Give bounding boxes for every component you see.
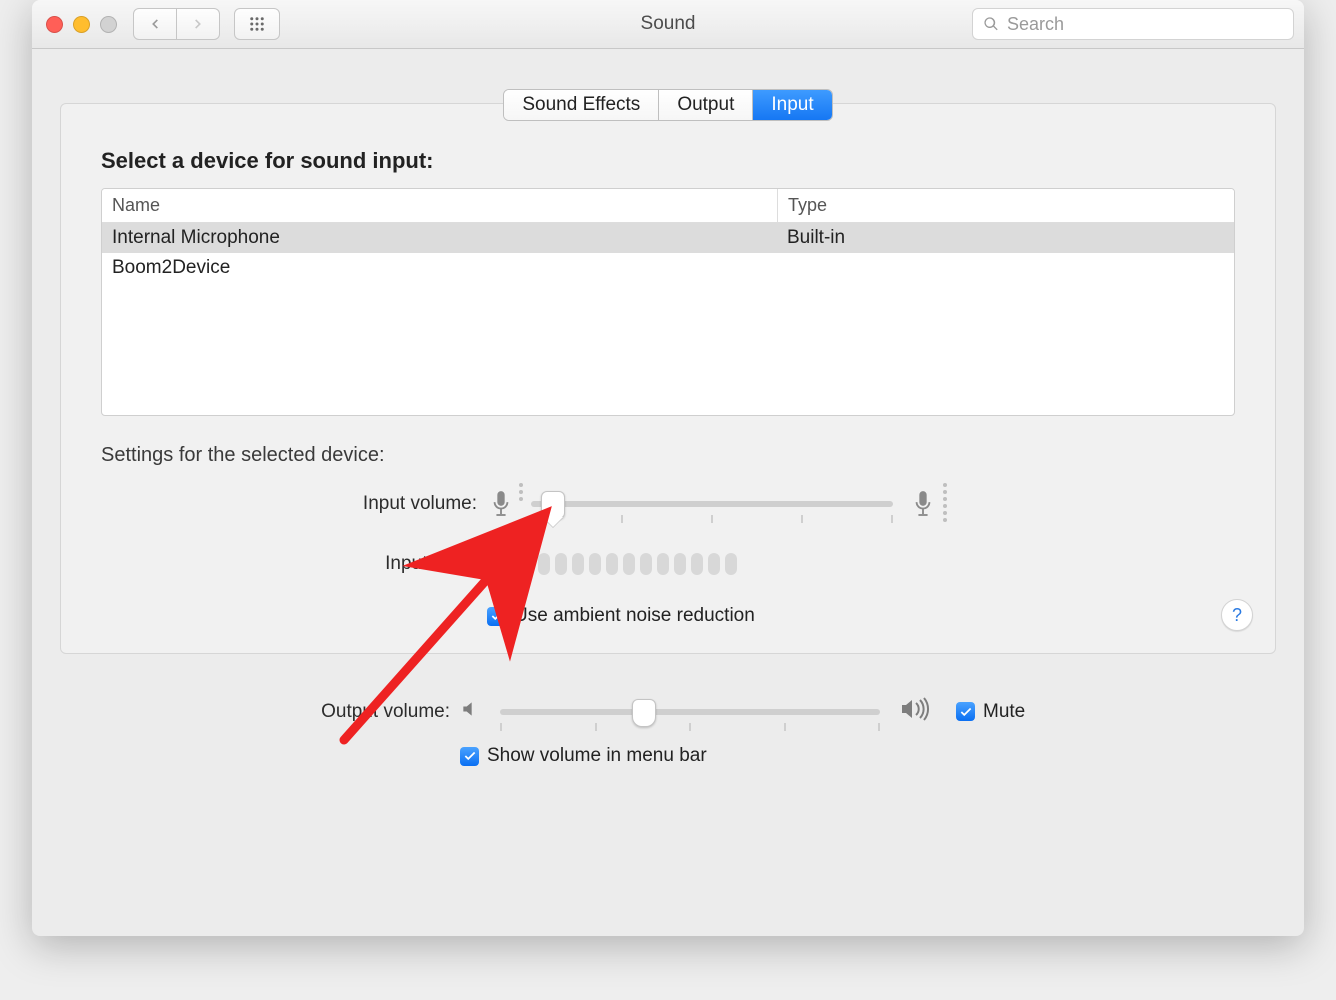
input-volume-row: Input volume:	[101, 489, 1235, 519]
tab-input[interactable]: Input	[753, 90, 831, 120]
slider-thumb[interactable]	[541, 491, 565, 519]
tab-output[interactable]: Output	[659, 90, 753, 120]
input-device-table: Name Type Internal Microphone Built-in B…	[101, 188, 1235, 416]
zoom-button	[100, 16, 117, 33]
select-device-heading: Select a device for sound input:	[101, 148, 1235, 174]
checkbox-checked-icon	[487, 607, 506, 626]
table-header: Name Type	[102, 189, 1234, 223]
minimize-button[interactable]	[73, 16, 90, 33]
mic-low-icon	[487, 489, 515, 519]
window-controls	[46, 16, 117, 33]
close-button[interactable]	[46, 16, 63, 33]
show-volume-label: Show volume in menu bar	[487, 745, 707, 767]
sound-preferences-window: Sound Search Sound Effects Output Input …	[32, 0, 1304, 936]
table-row[interactable]: Internal Microphone Built-in	[102, 223, 1234, 253]
back-button[interactable]	[133, 8, 177, 40]
nav-buttons	[133, 8, 280, 40]
search-icon	[983, 16, 999, 32]
ambient-row: Use ambient noise reduction	[101, 605, 1235, 627]
show-all-button[interactable]	[234, 8, 280, 40]
forward-button	[177, 8, 220, 40]
checkbox-checked-icon	[460, 747, 479, 766]
table-row[interactable]: Boom2Device	[102, 253, 1234, 283]
grid-icon	[248, 15, 266, 33]
chevron-right-icon	[191, 17, 205, 31]
output-volume-row: Output volume: Mute	[60, 696, 1276, 727]
slider-thumb[interactable]	[632, 699, 656, 727]
show-volume-checkbox[interactable]: Show volume in menu bar	[460, 745, 707, 767]
device-name: Boom2Device	[102, 253, 777, 283]
ambient-label: Use ambient noise reduction	[514, 605, 755, 627]
ambient-noise-checkbox[interactable]: Use ambient noise reduction	[487, 605, 755, 627]
search-placeholder: Search	[1007, 14, 1064, 35]
chevron-left-icon	[148, 17, 162, 31]
device-type: Built-in	[777, 223, 1234, 253]
checkbox-checked-icon	[956, 702, 975, 721]
speaker-high-icon	[900, 696, 934, 727]
output-volume-slider[interactable]	[500, 709, 880, 715]
device-type	[777, 253, 1234, 283]
header-name[interactable]: Name	[102, 189, 778, 222]
tab-sound-effects[interactable]: Sound Effects	[504, 90, 659, 120]
tab-control: Sound Effects Output Input	[60, 89, 1276, 121]
settings-for-heading: Settings for the selected device:	[101, 444, 1235, 467]
help-button[interactable]: ?	[1221, 599, 1253, 631]
device-name: Internal Microphone	[102, 223, 777, 253]
speaker-low-icon	[460, 699, 480, 724]
input-level-meter	[487, 553, 737, 575]
mute-checkbox[interactable]: Mute	[956, 701, 1025, 723]
titlebar: Sound Search	[32, 0, 1304, 49]
input-panel: Select a device for sound input: Name Ty…	[60, 103, 1276, 654]
mute-label: Mute	[983, 701, 1025, 723]
mic-high-icon	[909, 489, 937, 519]
input-level-row: Input level:	[101, 553, 1235, 575]
input-volume-slider[interactable]	[531, 501, 893, 507]
output-volume-label: Output volume:	[60, 701, 460, 723]
input-volume-label: Input volume:	[101, 493, 487, 515]
header-type[interactable]: Type	[778, 189, 1234, 222]
input-level-label: Input level:	[101, 553, 487, 575]
search-input[interactable]: Search	[972, 8, 1294, 40]
show-volume-row: Show volume in menu bar	[60, 745, 1276, 767]
